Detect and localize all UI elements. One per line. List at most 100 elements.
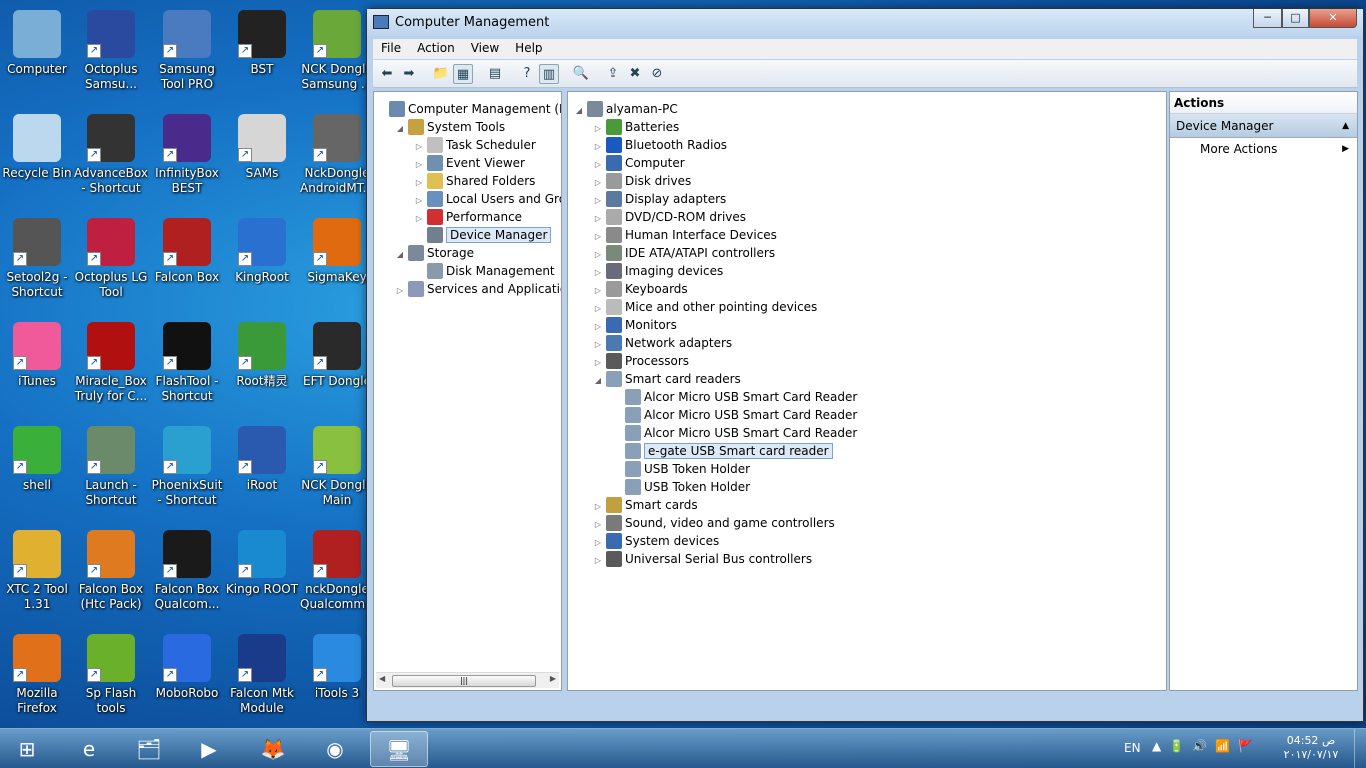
expand-arrow-icon[interactable]: ▷ bbox=[395, 282, 405, 300]
uninstall-icon[interactable]: ✖ bbox=[625, 64, 645, 84]
desktop-icon[interactable]: ↗ Mozilla Firefox bbox=[0, 628, 74, 732]
volume-icon[interactable]: 🔊 bbox=[1192, 739, 1207, 753]
back-icon[interactable]: ⬅ bbox=[377, 64, 397, 84]
tree-item[interactable]: ▷ Performance bbox=[414, 208, 522, 226]
up-folder-icon[interactable]: 📁 bbox=[431, 64, 451, 84]
desktop-icon[interactable]: ↗ FlashTool - Shortcut bbox=[150, 316, 224, 420]
desktop-icon[interactable]: ↗ Falcon Mtk Module bbox=[225, 628, 299, 732]
tree-item[interactable]: ▷ Network adapters bbox=[593, 334, 732, 352]
media-player-icon[interactable]: ▶ bbox=[182, 731, 236, 767]
tree-item[interactable]: ▷ Smart cards bbox=[593, 496, 698, 514]
computer-management-icon[interactable]: 🖥 bbox=[370, 731, 428, 767]
tree-item[interactable]: ◢ alyaman-PC bbox=[574, 100, 678, 118]
tree-item[interactable]: Device Manager bbox=[414, 226, 552, 244]
desktop-icon[interactable]: ↗ nckDongle Qualcomm... bbox=[300, 524, 374, 628]
desktop-icon[interactable]: ↗ Falcon Box bbox=[150, 212, 224, 316]
desktop-icon[interactable]: ↗ iRoot bbox=[225, 420, 299, 524]
horizontal-scrollbar[interactable]: ◀ ||| ▶ bbox=[376, 672, 559, 688]
chrome-icon[interactable]: ◉ bbox=[308, 731, 362, 767]
desktop-icon[interactable]: ↗ Kingo ROOT bbox=[225, 524, 299, 628]
expand-arrow-icon[interactable]: ▷ bbox=[593, 552, 603, 570]
language-indicator[interactable]: EN bbox=[1124, 741, 1141, 755]
tree-item[interactable]: USB Token Holder bbox=[612, 460, 750, 478]
firefox-icon[interactable]: 🦊 bbox=[246, 731, 300, 767]
actions-section-device-manager[interactable]: Device Manager ▲ bbox=[1170, 114, 1357, 138]
desktop-icon[interactable]: ↗ KingRoot bbox=[225, 212, 299, 316]
tree-item[interactable]: ▷ Human Interface Devices bbox=[593, 226, 777, 244]
internet-explorer-icon[interactable]: e bbox=[62, 731, 116, 767]
forward-icon[interactable]: ➡ bbox=[399, 64, 419, 84]
tree-item[interactable]: ▷Local Users and Groups bbox=[414, 190, 561, 208]
desktop-icon[interactable]: ↗ Sp Flash tools bbox=[74, 628, 148, 732]
tree-item[interactable]: Alcor Micro USB Smart Card Reader bbox=[612, 388, 857, 406]
minimize-button[interactable]: ─ bbox=[1253, 9, 1282, 28]
scrollbar-thumb[interactable]: ||| bbox=[392, 675, 536, 687]
desktop-icon[interactable]: ↗ iTools 3 bbox=[300, 628, 374, 732]
menu-help[interactable]: Help bbox=[507, 39, 550, 59]
desktop-icon[interactable]: ↗ AdvanceBox - Shortcut bbox=[74, 108, 148, 212]
desktop-icon[interactable]: ↗ SAMs bbox=[225, 108, 299, 212]
desktop-icon[interactable]: ↗ shell bbox=[0, 420, 74, 524]
desktop-icon[interactable]: ↗ MoboRobo bbox=[150, 628, 224, 732]
help-icon[interactable]: ? bbox=[517, 64, 537, 84]
desktop-icon[interactable]: ↗ SigmaKey bbox=[300, 212, 374, 316]
tree-item[interactable]: ▷ Event Viewer bbox=[414, 154, 525, 172]
tree-item[interactable]: Alcor Micro USB Smart Card Reader bbox=[612, 424, 857, 442]
tree-item[interactable]: USB Token Holder bbox=[612, 478, 750, 496]
desktop-icon[interactable]: ↗ NCK Dongle Main Modu... bbox=[300, 420, 374, 524]
tree-item[interactable]: ◢ Smart card readers bbox=[593, 370, 741, 388]
tree-item[interactable]: ▷ Monitors bbox=[593, 316, 677, 334]
desktop-icon[interactable]: ↗ iTunes bbox=[0, 316, 74, 420]
tree-item[interactable]: Computer Management (Local bbox=[376, 100, 561, 118]
desktop-icon[interactable]: ↗ BST bbox=[225, 4, 299, 108]
tree-item[interactable]: ▷ DVD/CD-ROM drives bbox=[593, 208, 746, 226]
update-driver-icon[interactable]: ⇪ bbox=[603, 64, 623, 84]
tree-item[interactable]: ▷ Keyboards bbox=[593, 280, 688, 298]
tree-item[interactable]: Disk Management bbox=[414, 262, 555, 280]
console-tree-pane[interactable]: Computer Management (Local◢System Tools▷… bbox=[373, 91, 562, 691]
show-hide-tree-icon[interactable]: ▦ bbox=[453, 64, 473, 84]
desktop-icon[interactable]: ↗ InfinityBox BEST bbox=[150, 108, 224, 212]
tree-item[interactable]: ▷ Sound, video and game controllers bbox=[593, 514, 835, 532]
tree-item[interactable]: ▷ Task Scheduler bbox=[414, 136, 536, 154]
desktop-icon[interactable]: ↗ Octoplus Samsu... bbox=[74, 4, 148, 108]
desktop-icon[interactable]: ↗ NCK Dongle Samsung ... bbox=[300, 4, 374, 108]
collapse-icon[interactable]: ▲ bbox=[1342, 114, 1349, 138]
scan-hardware-icon[interactable]: 🔍 bbox=[571, 64, 591, 84]
desktop-icon[interactable]: ↗ Root精灵 bbox=[225, 316, 299, 420]
tree-item[interactable]: ▷ Processors bbox=[593, 352, 689, 370]
menu-action[interactable]: Action bbox=[409, 39, 463, 59]
collapse-arrow-icon[interactable]: ◢ bbox=[574, 102, 584, 120]
more-actions-item[interactable]: More Actions ▶ bbox=[1170, 138, 1357, 160]
tree-item[interactable]: ▷ Display adapters bbox=[593, 190, 726, 208]
tree-item[interactable]: Alcor Micro USB Smart Card Reader bbox=[612, 406, 857, 424]
show-desktop-button[interactable] bbox=[1354, 729, 1366, 768]
tree-item[interactable]: ▷ IDE ATA/ATAPI controllers bbox=[593, 244, 775, 262]
properties-icon[interactable]: ▤ bbox=[485, 64, 505, 84]
close-button[interactable]: ✕ bbox=[1309, 9, 1357, 28]
menu-view[interactable]: View bbox=[463, 39, 507, 59]
start-orb-icon[interactable]: ⊞ bbox=[0, 731, 54, 767]
show-hide-action-pane-icon[interactable]: ▥ bbox=[539, 64, 559, 84]
power-icon[interactable]: 🔋 bbox=[1169, 739, 1184, 753]
tree-item[interactable]: ◢ System Tools bbox=[395, 118, 505, 136]
collapse-arrow-icon[interactable]: ◢ bbox=[593, 372, 603, 390]
tree-item[interactable]: ◢ Storage bbox=[395, 244, 474, 262]
show-hidden-icons-icon[interactable]: ▲ bbox=[1152, 739, 1161, 753]
desktop-icon[interactable]: ↗ Samsung Tool PRO bbox=[150, 4, 224, 108]
tree-item[interactable]: ▷ Imaging devices bbox=[593, 262, 723, 280]
device-tree-pane[interactable]: ◢ alyaman-PC ▷ Batteries ▷ Bluetooth Radios ▷ C… bbox=[567, 91, 1167, 691]
desktop-icon[interactable]: ↗ Octoplus LG Tool bbox=[74, 212, 148, 316]
collapse-arrow-icon[interactable]: ◢ bbox=[395, 246, 405, 264]
tree-item[interactable]: ▷ System devices bbox=[593, 532, 719, 550]
menu-file[interactable]: File bbox=[373, 39, 409, 59]
desktop-icon[interactable]: ↗ PhoenixSuit - Shortcut bbox=[150, 420, 224, 524]
action-center-icon[interactable]: 🚩 bbox=[1238, 739, 1253, 753]
clock[interactable]: 04:52 ص ٢٠١٧/٠٧/١٧ bbox=[1276, 734, 1346, 762]
windows-explorer-icon[interactable]: 🗂 bbox=[122, 731, 176, 767]
desktop-icon[interactable]: ↗ NckDongle AndroidMT... bbox=[300, 108, 374, 212]
disable-icon[interactable]: ⊘ bbox=[647, 64, 667, 84]
tree-item[interactable]: ▷ Shared Folders bbox=[414, 172, 535, 190]
desktop-icon[interactable]: ↗ Launch - Shortcut bbox=[74, 420, 148, 524]
desktop-icon[interactable]: ↗ Setool2g - Shortcut bbox=[0, 212, 74, 316]
